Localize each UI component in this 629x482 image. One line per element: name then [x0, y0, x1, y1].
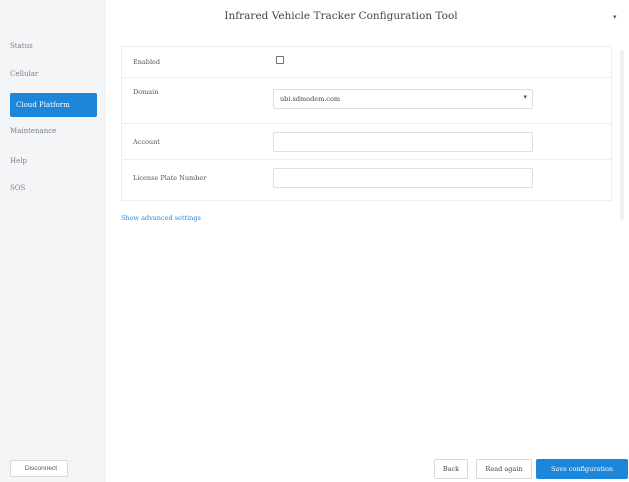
chevron-down-icon[interactable]: ▾	[613, 13, 617, 21]
panel-scrollbar[interactable]	[620, 50, 624, 220]
settings-panel: Enabled Domain ubi.sdmodem.com ▾ Account…	[121, 46, 612, 201]
enabled-checkbox[interactable]	[276, 56, 284, 64]
domain-row: Domain ubi.sdmodem.com ▾	[122, 78, 611, 124]
disconnect-button[interactable]: Disconnect	[10, 460, 68, 477]
sidebar-item-help[interactable]: Help	[10, 157, 27, 165]
domain-label: Domain	[133, 88, 159, 96]
sidebar: Status Cellular Cloud Platform Maintenan…	[0, 0, 106, 482]
show-advanced-settings-link[interactable]: Show advanced settings	[121, 214, 201, 222]
save-configuration-button[interactable]: Save configuration	[536, 459, 628, 479]
read-again-button[interactable]: Read again	[476, 459, 532, 479]
chevron-down-icon: ▾	[523, 93, 527, 101]
sidebar-item-status[interactable]: Status	[10, 42, 33, 50]
enabled-row: Enabled	[122, 47, 611, 78]
enabled-label: Enabled	[133, 58, 161, 66]
page-title: Infrared Vehicle Tracker Configuration T…	[224, 10, 458, 22]
domain-select-value: ubi.sdmodem.com	[280, 95, 341, 103]
account-label: Account	[133, 138, 160, 146]
sidebar-item-cloud-platform[interactable]: Cloud Platform	[10, 93, 97, 117]
account-row: Account	[122, 124, 611, 160]
sidebar-item-sos[interactable]: SOS	[10, 184, 25, 192]
account-input[interactable]	[273, 132, 533, 152]
sidebar-item-maintenance[interactable]: Maintenance	[10, 127, 56, 135]
back-button[interactable]: Back	[434, 459, 468, 479]
domain-select[interactable]: ubi.sdmodem.com ▾	[273, 89, 533, 109]
sidebar-item-cellular[interactable]: Cellular	[10, 70, 38, 78]
license-plate-row: License Plate Number	[122, 160, 611, 200]
license-plate-input[interactable]	[273, 168, 533, 188]
license-plate-label: License Plate Number	[133, 174, 207, 182]
